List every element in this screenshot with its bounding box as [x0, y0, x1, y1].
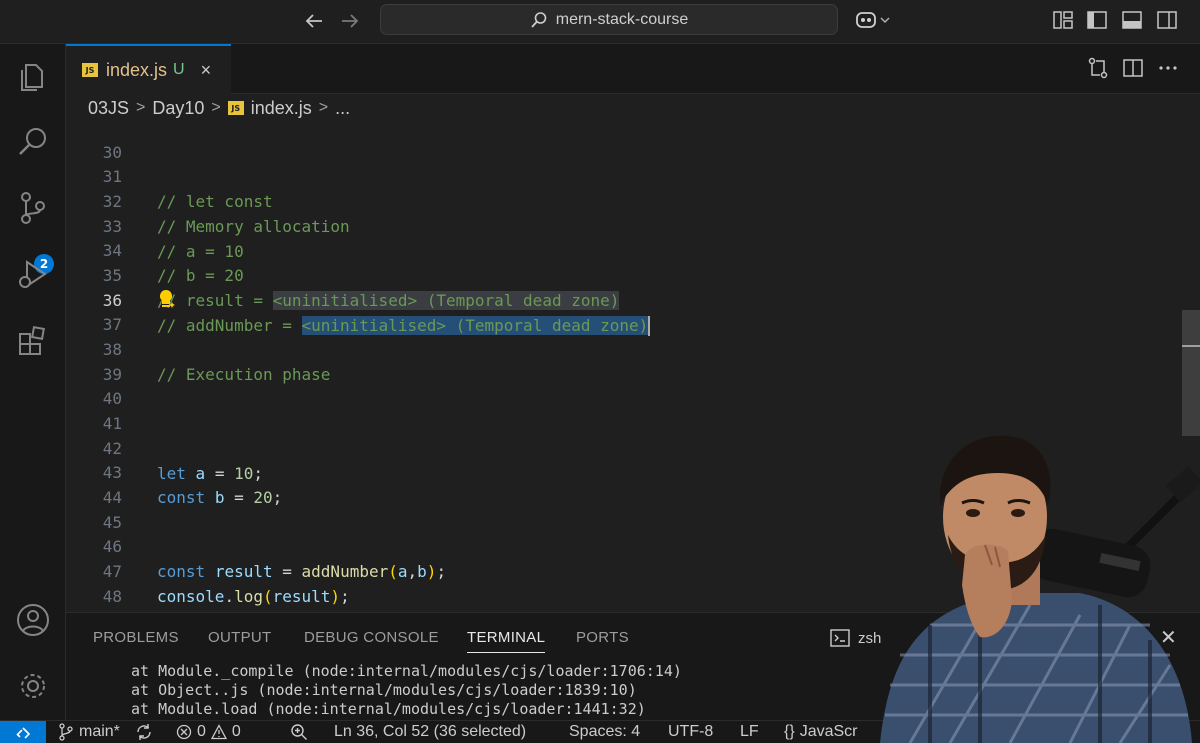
- git-branch-icon: [59, 723, 73, 741]
- code-line: 41: [66, 387, 1176, 433]
- tab-index-js[interactable]: JS index.js U ×: [66, 44, 231, 94]
- presenter-image: [880, 435, 1200, 743]
- tab-terminal[interactable]: TERMINAL: [467, 629, 545, 646]
- chevron-right-icon: >: [211, 99, 221, 116]
- tab-label: index.js: [106, 59, 168, 80]
- breadcrumb-item-symbols[interactable]: ...: [335, 98, 350, 119]
- explorer-icon[interactable]: [13, 56, 53, 96]
- terminal-icon: [830, 629, 850, 647]
- chevron-right-icon: >: [318, 99, 329, 116]
- tab-ports[interactable]: PORTS: [576, 629, 629, 646]
- javascript-file-icon: JS: [227, 101, 244, 115]
- tab-debug-console[interactable]: DEBUG CONSOLE: [304, 629, 439, 646]
- language-mode[interactable]: {} JavaScr: [784, 723, 857, 741]
- code-line: 34 // b = 20: [66, 214, 1176, 285]
- command-center-search[interactable]: mern-stack-course: [380, 4, 838, 35]
- breadcrumb-item-file[interactable]: index.js: [251, 98, 312, 119]
- split-editor-icon[interactable]: [1121, 56, 1145, 80]
- workspace-name: mern-stack-course: [555, 10, 689, 28]
- terminal-output-line: at Object..js (node:internal/modules/cjs…: [131, 681, 637, 699]
- customize-layout-icon[interactable]: [1052, 9, 1074, 31]
- remote-icon: [16, 727, 31, 739]
- code-line-active: 36 // addNumber = <uninitialised> (Tempo…: [66, 264, 1176, 337]
- language-name: JavaScr: [799, 723, 858, 740]
- tab-output[interactable]: OUTPUT: [208, 629, 271, 646]
- code-line: 30: [66, 122, 1176, 162]
- branch-name: main*: [79, 723, 120, 740]
- code-line: 32 // Memory allocation: [66, 165, 1176, 236]
- copilot-icon[interactable]: [855, 9, 895, 31]
- active-tab-indicator: [467, 652, 545, 653]
- code-line: 37: [66, 288, 1176, 334]
- end-of-line[interactable]: LF: [740, 723, 759, 741]
- error-count: 0: [197, 723, 206, 740]
- untracked-status: U: [173, 61, 185, 78]
- search-icon[interactable]: [13, 122, 53, 162]
- breadcrumb-item-subfolder[interactable]: Day10: [152, 98, 204, 119]
- zoom-icon[interactable]: [290, 723, 308, 741]
- open-changes-icon[interactable]: [1086, 56, 1110, 80]
- arrow-right-icon[interactable]: [336, 8, 364, 34]
- toggle-secondary-sidebar-icon[interactable]: [1156, 9, 1178, 31]
- title-bar: mern-stack-course: [0, 0, 1200, 44]
- warning-count: 0: [231, 723, 241, 740]
- source-control-icon[interactable]: [13, 188, 53, 228]
- lightbulb-icon[interactable]: [157, 288, 177, 310]
- cursor-position[interactable]: Ln 36, Col 52 (36 selected): [334, 723, 526, 741]
- more-actions-icon[interactable]: [1156, 56, 1180, 80]
- code-line: 31 // let const: [66, 140, 1176, 211]
- breadcrumb: 03JS > Day10 > JS index.js > ...: [66, 94, 1200, 122]
- code-line: 35 // result = <uninitialised> (Temporal…: [66, 239, 1176, 310]
- terminal-output-line: at Module.load (node:internal/modules/cj…: [131, 700, 646, 718]
- sync-icon[interactable]: [135, 723, 153, 741]
- warning-icon: [210, 724, 227, 740]
- accounts-icon[interactable]: [13, 600, 53, 640]
- scrollbar-cursor-marker: [1182, 345, 1200, 347]
- editor-scrollbar-thumb[interactable]: [1182, 310, 1200, 436]
- editor-tab-bar: JS index.js U ×: [66, 44, 1200, 94]
- remote-indicator[interactable]: [0, 721, 46, 743]
- close-icon[interactable]: ×: [201, 60, 212, 81]
- presenter-webcam-overlay: [870, 425, 1200, 743]
- chevron-right-icon: >: [136, 99, 146, 116]
- branch-indicator[interactable]: main*: [58, 723, 120, 741]
- breadcrumb-item-folder[interactable]: 03JS: [88, 98, 129, 119]
- toggle-panel-icon[interactable]: [1121, 9, 1143, 31]
- code-line: 39: [66, 338, 1176, 384]
- run-debug-icon[interactable]: [13, 254, 53, 294]
- search-icon: [531, 11, 547, 28]
- terminal-output-line: at Module._compile (node:internal/module…: [131, 662, 682, 680]
- extensions-icon[interactable]: [13, 320, 53, 360]
- arrow-left-icon[interactable]: [300, 8, 328, 34]
- encoding[interactable]: UTF-8: [668, 723, 713, 741]
- braces-icon: {}: [784, 723, 795, 740]
- indentation[interactable]: Spaces: 4: [569, 723, 640, 741]
- code-line: 38 // Execution phase: [66, 313, 1176, 384]
- problems-indicator[interactable]: 0 0: [176, 723, 241, 741]
- code-line: 33 // a = 10: [66, 190, 1176, 261]
- code-line: 40: [66, 362, 1176, 408]
- toggle-primary-sidebar-icon[interactable]: [1086, 9, 1108, 31]
- activity-bar: 2: [0, 44, 66, 720]
- javascript-file-icon: JS: [82, 63, 98, 77]
- settings-gear-icon[interactable]: [13, 666, 53, 706]
- error-icon: [176, 724, 192, 740]
- tab-problems[interactable]: PROBLEMS: [93, 629, 179, 646]
